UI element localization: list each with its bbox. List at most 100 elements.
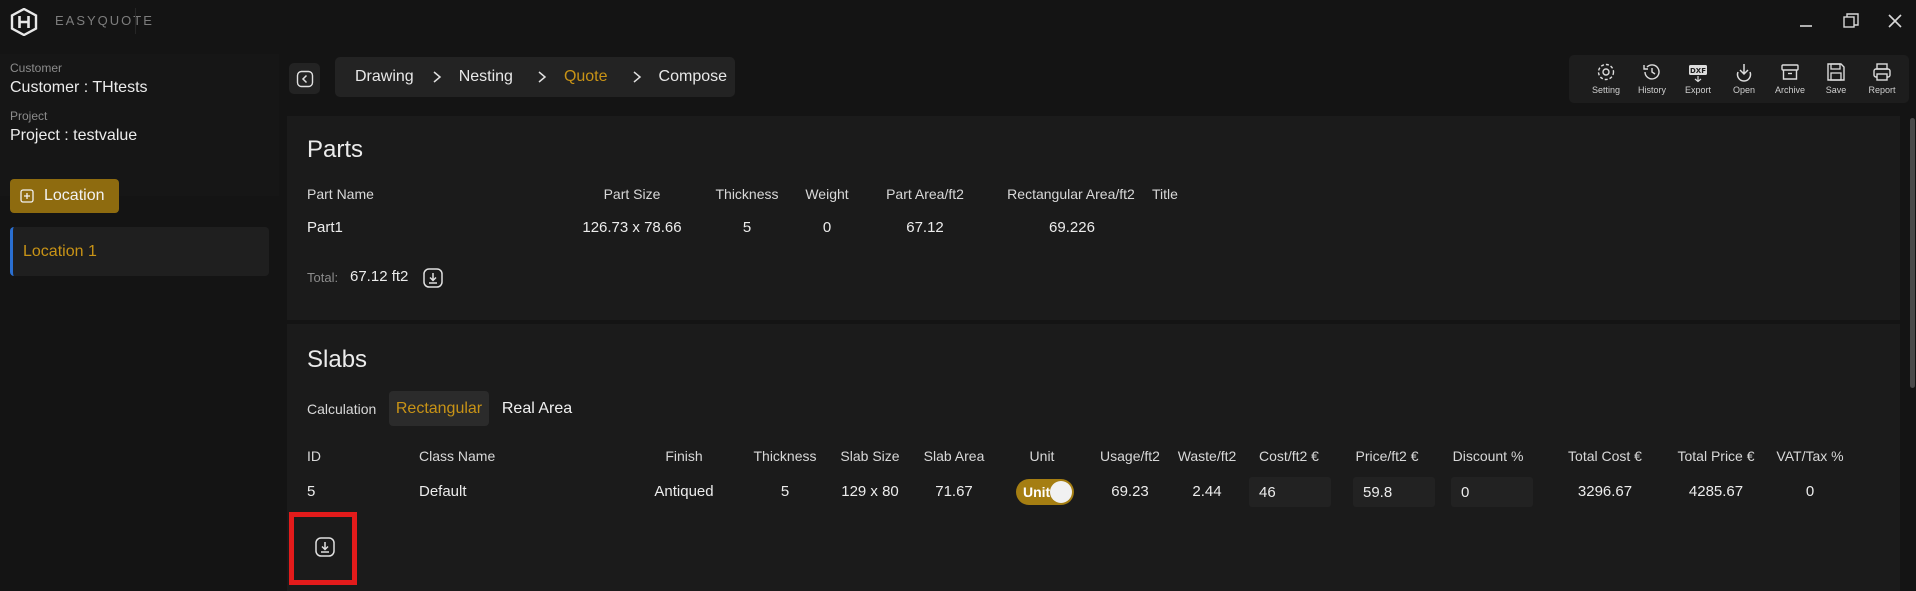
col-weight: Weight (805, 186, 849, 202)
slab-size-cell: 129 x 80 (841, 483, 899, 500)
archive-icon (1781, 64, 1799, 80)
calculation-label: Calculation (307, 401, 377, 417)
slab-thickness-cell: 5 (780, 483, 790, 500)
col-finish: Finish (665, 448, 703, 464)
save-icon (1827, 63, 1845, 81)
col-title: Title (1152, 186, 1178, 202)
archive-label: Archive (1774, 85, 1805, 95)
printer-icon (1873, 63, 1891, 81)
report-button[interactable]: Report (1859, 61, 1905, 101)
chevron-right-icon (633, 71, 641, 83)
col-part-size: Part Size (603, 186, 661, 202)
price-input[interactable]: 59.8 (1353, 477, 1435, 507)
add-location-button[interactable]: Location (10, 179, 119, 213)
close-icon[interactable] (1884, 10, 1906, 32)
slabs-title: Slabs (307, 346, 368, 373)
slab-usage-cell: 69.23 (1111, 483, 1149, 500)
svg-text:DXF: DXF (1690, 67, 1706, 75)
parts-panel: Parts Part Name Part Size Thickness Weig… (287, 116, 1900, 320)
dxf-icon: DXF (1689, 65, 1707, 83)
total-value: 67.12 ft2 (350, 268, 409, 285)
archive-button[interactable]: Archive (1767, 61, 1813, 101)
export-button[interactable]: DXF Export (1675, 61, 1721, 101)
part-rect-area-cell: 69.226 (1049, 219, 1095, 236)
slab-area-cell: 71.67 (935, 483, 973, 500)
slabs-panel: Slabs Calculation Rectangular Real Area … (287, 324, 1900, 591)
col-discount: Discount % (1452, 448, 1524, 464)
col-rect-area: Rectangular Area/ft2 (1007, 186, 1135, 202)
sidebar: Customer Customer : THtests Project Proj… (0, 42, 279, 591)
calc-real-area-tab[interactable]: Real Area (497, 391, 577, 426)
cost-input[interactable]: 46 (1249, 477, 1331, 507)
col-thickness: Thickness (715, 186, 779, 202)
add-location-label: Location (44, 187, 105, 204)
breadcrumb-quote[interactable]: Quote (564, 68, 608, 86)
toggle-knob (1050, 481, 1072, 503)
location-item[interactable]: Location 1 (10, 227, 269, 276)
app-brand: EASYQUOTE (55, 13, 154, 28)
breadcrumb-nesting[interactable]: Nesting (459, 68, 513, 86)
parts-title: Parts (307, 136, 364, 163)
chevron-right-icon (538, 71, 547, 83)
breadcrumb-drawing[interactable]: Drawing (355, 68, 414, 86)
back-arrow-icon (296, 70, 313, 87)
setting-button[interactable]: Setting (1583, 61, 1629, 101)
history-button[interactable]: History (1629, 61, 1675, 101)
col-cost: Cost/ft2 € (1259, 448, 1319, 464)
download-icon (1736, 64, 1752, 82)
part-size-cell: 126.73 x 78.66 (582, 219, 682, 236)
calc-rectangular-tab[interactable]: Rectangular (389, 391, 489, 426)
part-area-cell: 67.12 (906, 219, 944, 236)
col-class-name: Class Name (419, 448, 496, 464)
save-label: Save (1825, 85, 1847, 95)
slab-finish-cell: Antiqued (654, 483, 714, 500)
total-label: Total: (307, 270, 339, 285)
unit-toggle[interactable]: Unit (1016, 479, 1074, 505)
export-label: Export (1684, 85, 1711, 95)
customer-value: Customer : THtests (10, 79, 148, 96)
col-part-name: Part Name (307, 186, 374, 202)
vat-cell: 0 (1805, 483, 1815, 500)
part-weight-cell: 0 (822, 219, 832, 236)
back-button[interactable] (289, 63, 320, 94)
project-info: Customer Customer : THtests Project Proj… (0, 54, 279, 196)
restore-icon[interactable] (1840, 10, 1862, 32)
title-bar: EASYQUOTE (0, 0, 1916, 42)
part-thickness-cell: 5 (742, 219, 752, 236)
brand-divider (135, 8, 136, 34)
unit-toggle-label: Unit (1023, 484, 1051, 500)
col-usage: Usage/ft2 (1100, 448, 1160, 464)
discount-input[interactable]: 0 (1451, 477, 1533, 507)
slab-class-cell: Default (419, 483, 467, 500)
slab-id-cell: 5 (307, 483, 316, 500)
customer-label: Customer (10, 61, 63, 75)
minimize-icon[interactable] (1795, 10, 1817, 32)
col-waste: Waste/ft2 (1177, 448, 1237, 464)
vertical-scrollbar[interactable] (1910, 118, 1915, 388)
open-label: Open (1732, 85, 1756, 95)
location-item-label: Location 1 (23, 242, 97, 260)
app-logo-icon (10, 8, 38, 36)
open-button[interactable]: Open (1721, 61, 1767, 101)
download-parts-icon[interactable] (422, 267, 444, 289)
breadcrumb-compose[interactable]: Compose (659, 68, 727, 86)
project-value: Project : testvalue (10, 127, 138, 144)
col-total-cost: Total Cost € (1568, 448, 1642, 464)
history-label: History (1637, 85, 1666, 95)
save-button[interactable]: Save (1813, 61, 1859, 101)
total-cost-cell: 3296.67 (1577, 483, 1633, 500)
project-label: Project (10, 109, 48, 123)
chevron-right-icon (433, 71, 441, 83)
report-label: Report (1868, 85, 1896, 95)
highlight-box (289, 512, 357, 585)
col-total-price: Total Price € (1677, 448, 1755, 464)
col-part-area: Part Area/ft2 (886, 186, 964, 202)
plus-square-icon (20, 189, 34, 203)
col-slab-size: Slab Size (840, 448, 900, 464)
slab-waste-cell: 2.44 (1192, 483, 1222, 500)
part-name-cell: Part1 (307, 219, 343, 236)
gear-icon (1597, 63, 1615, 81)
total-price-cell: 4285.67 (1688, 483, 1744, 500)
breadcrumb: Drawing Nesting Quote Compose (335, 57, 735, 97)
col-price: Price/ft2 € (1355, 448, 1419, 464)
